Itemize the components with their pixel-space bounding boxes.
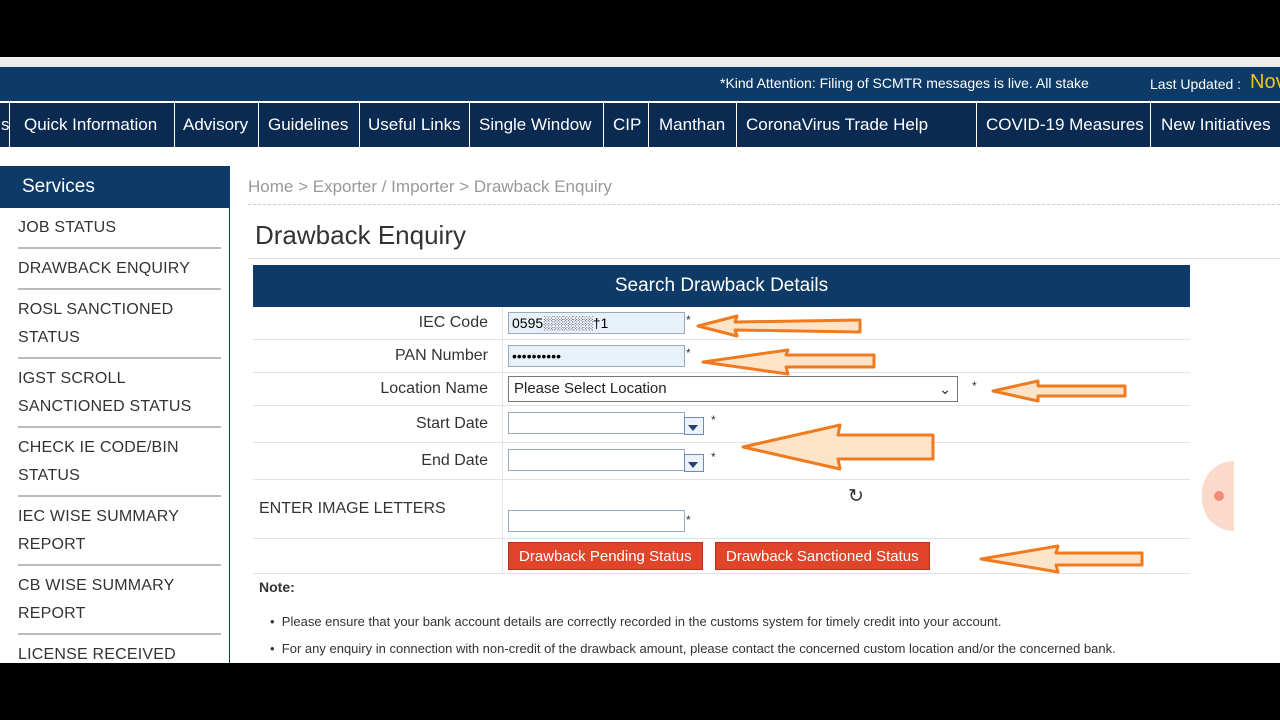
annotation-arrow-location <box>991 379 1127 403</box>
annotation-arrow-dates <box>741 423 935 471</box>
location-selected-value: Please Select Location <box>514 380 667 397</box>
required-mark: * <box>711 413 716 427</box>
sidebar-item-drawback-enquiry[interactable]: DRAWBACK ENQUIRY <box>18 249 221 290</box>
last-updated-label: Last Updated : <box>1150 76 1242 92</box>
captcha-input[interactable] <box>508 510 685 532</box>
main-nav: s Quick Information Advisory Guidelines … <box>0 103 1280 147</box>
buttons-row-spacer <box>253 539 503 573</box>
sidebar-item-job-status[interactable]: JOB STATUS <box>18 208 221 249</box>
nav-item-advisory[interactable]: Advisory <box>175 103 259 147</box>
ticker-bar: *Kind Attention: Filing of SCMTR message… <box>0 67 1280 101</box>
bullet-icon: • <box>270 614 275 629</box>
nav-item-quick-information[interactable]: Quick Information <box>10 103 175 147</box>
breadcrumb-separator: > <box>459 177 470 196</box>
breadcrumb-current: Drawback Enquiry <box>473 177 612 196</box>
annotation-arrow-pan <box>701 348 876 376</box>
bullet-icon: • <box>270 641 275 656</box>
nav-item-single-window[interactable]: Single Window <box>470 103 604 147</box>
sidebar-title: Services <box>0 166 229 208</box>
nav-item-useful-links[interactable]: Useful Links <box>360 103 470 147</box>
ticker-message[interactable]: *Kind Attention: Filing of SCMTR message… <box>720 75 1110 91</box>
iec-code-input[interactable] <box>508 312 685 334</box>
last-updated-value: Nov <box>1250 71 1280 93</box>
chat-dot-icon <box>1214 491 1224 501</box>
sidebar-item-check-ie-code[interactable]: CHECK IE CODE/BIN STATUS <box>18 428 221 497</box>
note-text: Please ensure that your bank account det… <box>281 614 1002 629</box>
required-mark: * <box>686 313 691 327</box>
breadcrumb-separator: > <box>298 177 309 196</box>
note-item: • Please ensure that your bank account d… <box>270 614 1001 629</box>
captcha-row: ENTER IMAGE LETTERS * <box>253 480 1190 539</box>
drawback-pending-status-button[interactable]: Drawback Pending Status <box>508 542 703 570</box>
note-text: For any enquiry in connection with non-c… <box>281 641 1116 656</box>
sidebar-item-license-received[interactable]: LICENSE RECEIVED FROM DGFT <box>18 635 221 663</box>
calendar-icon[interactable] <box>684 454 704 472</box>
nav-item-cip[interactable]: CIP <box>604 103 649 147</box>
end-date-label: End Date <box>253 443 503 479</box>
annotation-arrow-buttons <box>979 544 1144 574</box>
nav-item-coronavirus-trade-help[interactable]: CoronaVirus Trade Help <box>737 103 977 147</box>
refresh-captcha-icon[interactable]: ↻ <box>848 485 864 508</box>
start-date-input[interactable] <box>508 412 685 434</box>
nav-item-guidelines[interactable]: Guidelines <box>259 103 360 147</box>
title-divider <box>248 258 1280 259</box>
nav-item-manthan[interactable]: Manthan <box>649 103 737 147</box>
breadcrumb-divider <box>248 204 1280 205</box>
required-mark: * <box>686 346 691 360</box>
chat-widget[interactable] <box>1202 461 1234 531</box>
sidebar-item-iec-wise-summary[interactable]: IEC WISE SUMMARY REPORT <box>18 497 221 566</box>
nav-item-new-initiatives[interactable]: New Initiatives <box>1151 103 1280 147</box>
services-sidebar: Services JOB STATUS DRAWBACK ENQUIRY ROS… <box>0 166 230 663</box>
note-item: • For any enquiry in connection with non… <box>270 641 1116 656</box>
captcha-label: ENTER IMAGE LETTERS <box>253 480 503 538</box>
top-strip <box>0 57 1280 67</box>
pan-label: PAN Number <box>253 340 503 372</box>
drawback-sanctioned-status-button[interactable]: Drawback Sanctioned Status <box>715 542 930 570</box>
start-date-label: Start Date <box>253 406 503 442</box>
chevron-down-icon: ⌄ <box>939 381 951 397</box>
annotation-arrow-iec <box>696 314 862 338</box>
required-mark: * <box>972 379 977 393</box>
start-date-row: Start Date * <box>253 406 1190 443</box>
calendar-icon[interactable] <box>684 417 704 435</box>
sidebar-item-cb-wise-summary[interactable]: CB WISE SUMMARY REPORT <box>18 566 221 635</box>
iec-label: IEC Code <box>253 307 503 339</box>
sidebar-item-rosl-sanctioned-status[interactable]: ROSL SANCTIONED STATUS <box>18 290 221 359</box>
nav-item-partial[interactable]: s <box>0 103 10 147</box>
panel-heading: Search Drawback Details <box>253 265 1190 307</box>
note-title: Note: <box>259 579 295 595</box>
breadcrumb-section[interactable]: Exporter / Importer <box>313 177 455 196</box>
sidebar-item-igst-scroll-sanctioned-status[interactable]: IGST SCROLL SANCTIONED STATUS <box>18 359 221 428</box>
browser-viewport: *Kind Attention: Filing of SCMTR message… <box>0 57 1280 663</box>
required-mark: * <box>686 513 691 527</box>
page-title: Drawback Enquiry <box>255 220 466 250</box>
required-mark: * <box>711 450 716 464</box>
location-select[interactable]: Please Select Location ⌄ <box>508 376 958 402</box>
end-date-row: End Date * <box>253 443 1190 480</box>
nav-item-covid-measures[interactable]: COVID-19 Measures <box>977 103 1151 147</box>
pan-number-input[interactable] <box>508 345 685 367</box>
breadcrumb: Home > Exporter / Importer > Drawback En… <box>248 177 612 197</box>
location-label: Location Name <box>253 373 503 405</box>
end-date-input[interactable] <box>508 449 685 471</box>
breadcrumb-home[interactable]: Home <box>248 177 293 196</box>
